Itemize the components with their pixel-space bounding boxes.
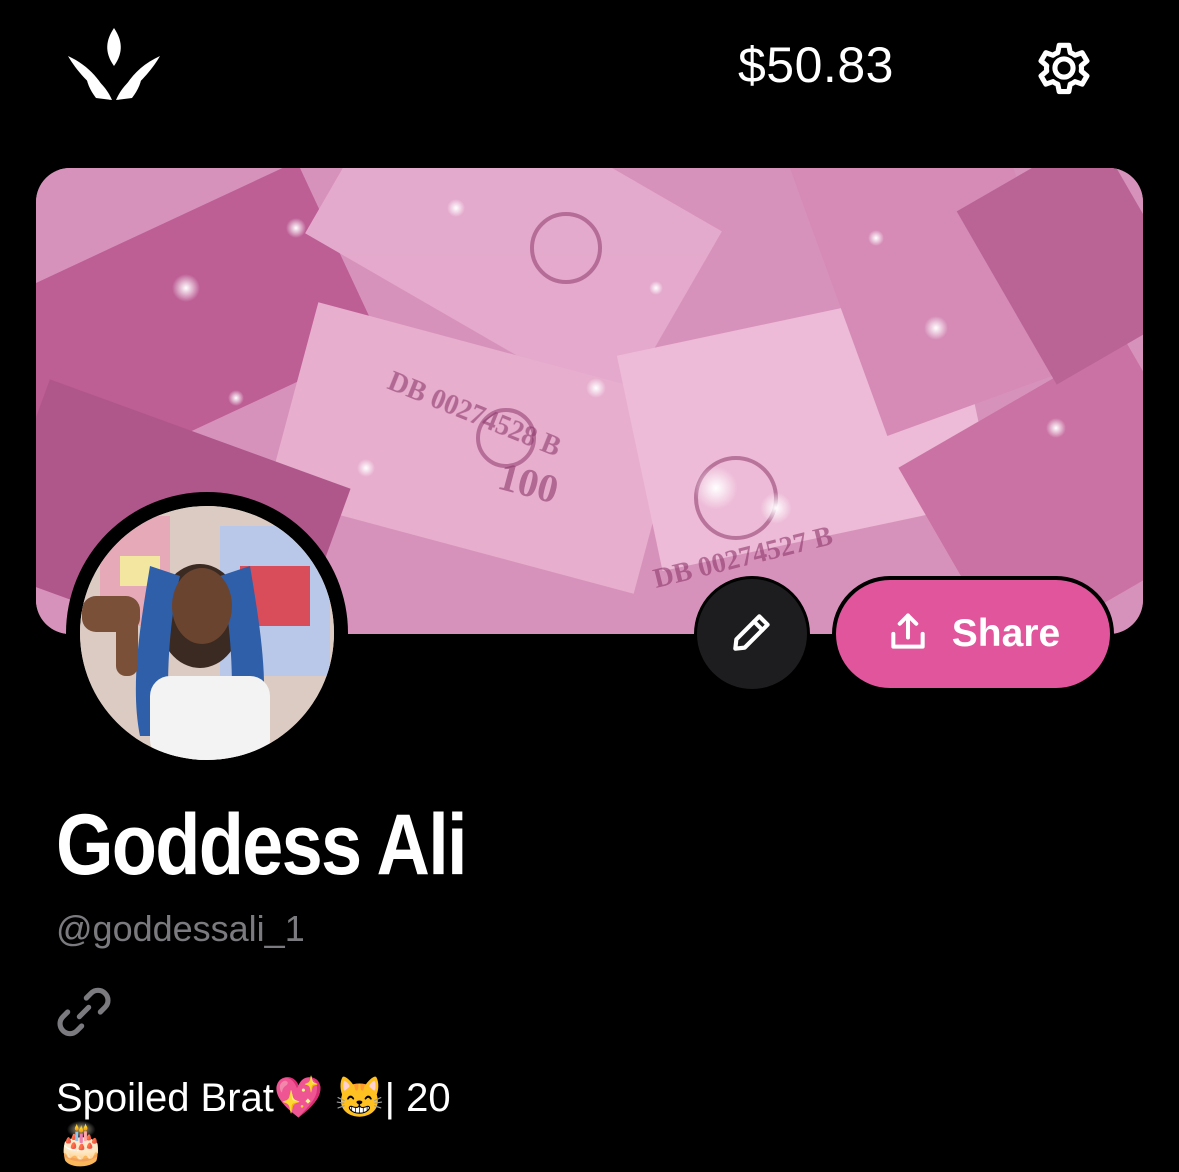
edit-profile-button[interactable] — [694, 576, 810, 692]
wallet-balance[interactable]: $50.83 — [738, 36, 894, 94]
profile-bio-cake: 🎂 — [56, 1122, 106, 1166]
link-icon[interactable] — [56, 984, 112, 1040]
share-button[interactable]: Share — [832, 576, 1114, 692]
share-button-label: Share — [951, 612, 1061, 655]
profile-handle: @goddessali_1 — [56, 908, 305, 949]
pencil-icon — [727, 607, 777, 662]
gear-icon[interactable] — [1030, 34, 1098, 102]
profile-display-name: Goddess Ali — [56, 797, 468, 893]
crown-logo-icon[interactable] — [66, 26, 162, 104]
avatar[interactable] — [80, 506, 334, 760]
share-upload-icon — [886, 610, 930, 659]
profile-bio: Spoiled Brat💖 😸| 20 — [56, 1076, 451, 1120]
profile-page: $50.83 DB 00274528 B DB 00274527 B 100 S… — [0, 0, 1179, 1172]
